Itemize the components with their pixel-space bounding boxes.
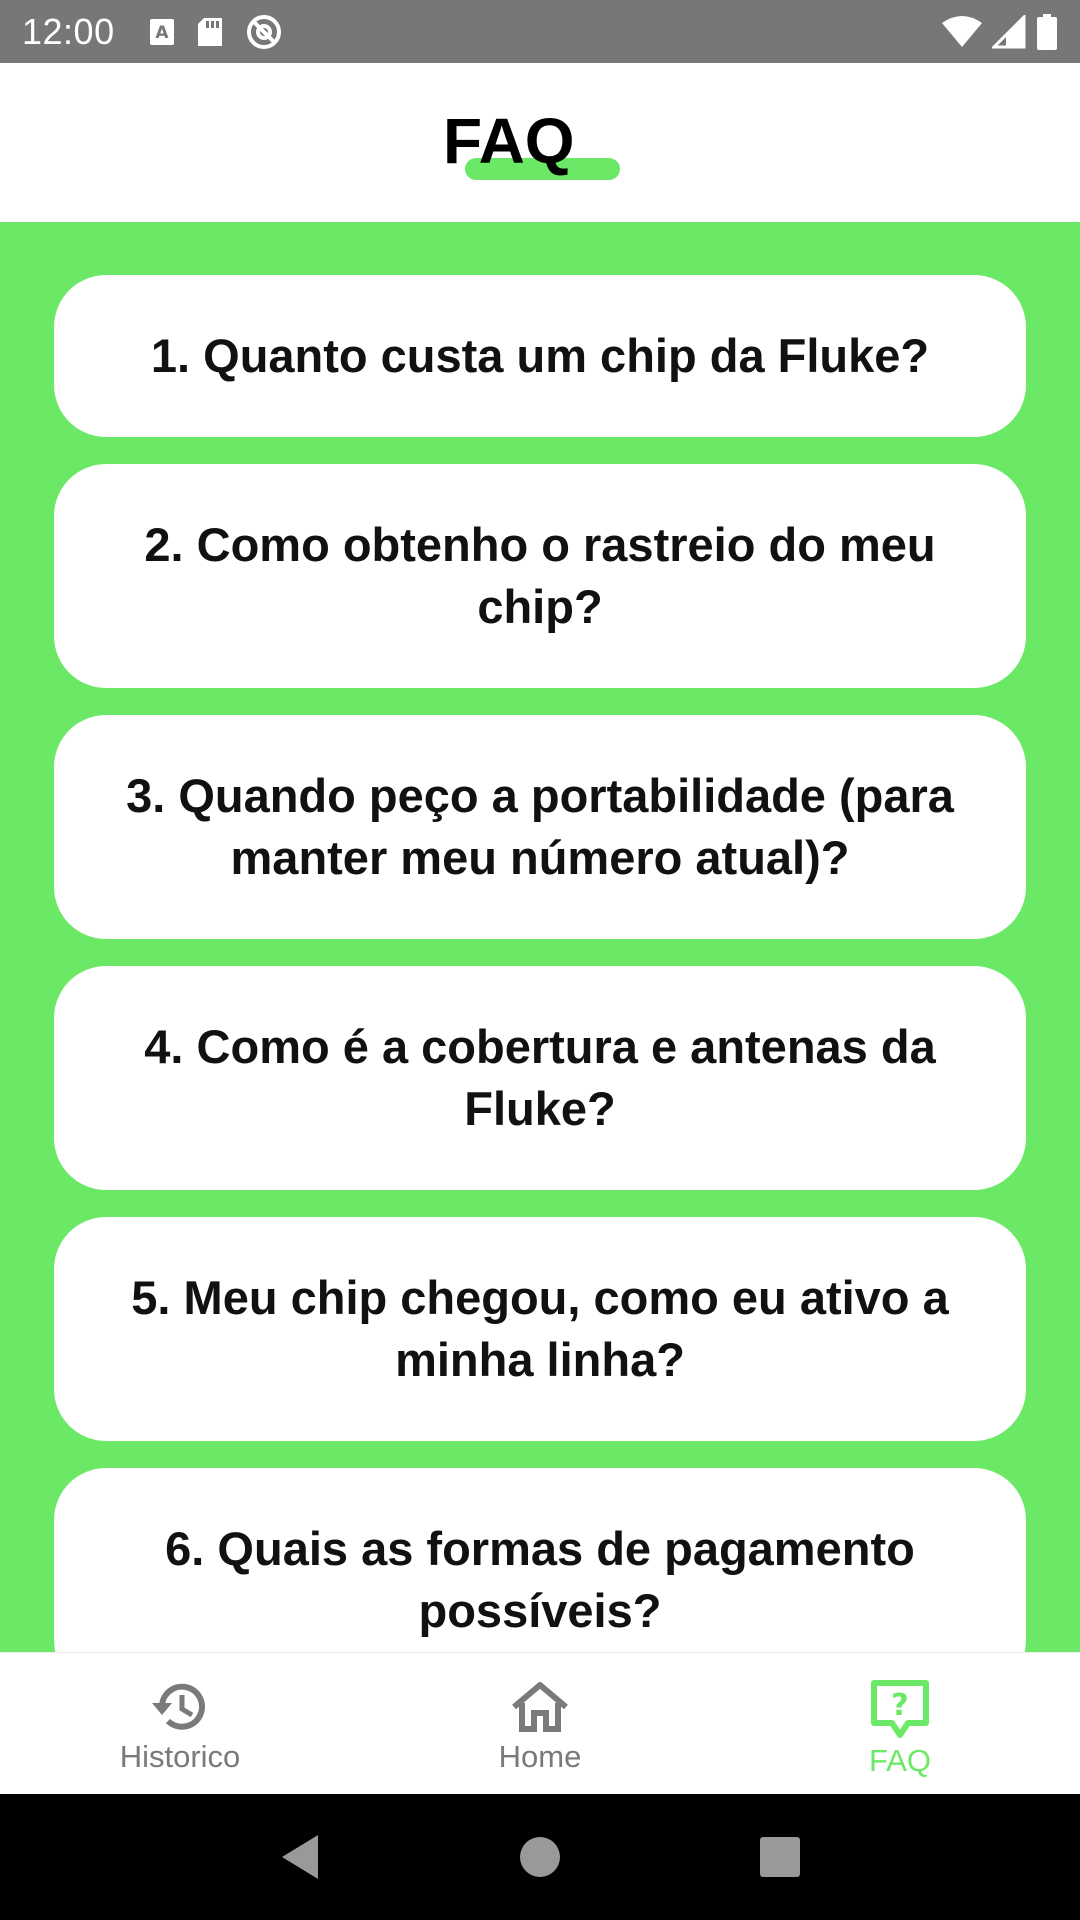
- bottom-nav: Historico Home ? FAQ: [0, 1652, 1080, 1794]
- faq-item-4[interactable]: 4. Como é a cobertura e antenas da Fluke…: [54, 966, 1026, 1190]
- svg-text:?: ?: [891, 1688, 908, 1723]
- faq-item-5[interactable]: 5. Meu chip chegou, como eu ativo a minh…: [54, 1217, 1026, 1441]
- sd-card-icon: [197, 17, 222, 46]
- nav-label-faq: FAQ: [868, 1743, 931, 1778]
- nav-item-historico[interactable]: Historico: [0, 1653, 360, 1794]
- system-home-button[interactable]: [500, 1817, 580, 1897]
- signal-icon: [992, 14, 1026, 48]
- back-icon: [282, 1835, 318, 1879]
- system-nav: [0, 1794, 1080, 1920]
- faq-list: 1. Quanto custa um chip da Fluke? 2. Com…: [54, 275, 1026, 1652]
- home-icon: [512, 1682, 568, 1732]
- nav-item-faq[interactable]: ? FAQ: [720, 1653, 1080, 1794]
- a-icon: A: [149, 18, 174, 45]
- faq-item-2[interactable]: 2. Como obtenho o rastreio do meu chip?: [54, 464, 1026, 688]
- status-time: 12:00: [22, 10, 115, 52]
- history-icon: [152, 1683, 205, 1730]
- faq-item-3[interactable]: 3. Quando peço a portabilidade (para man…: [54, 715, 1026, 939]
- home-circle-icon: [520, 1837, 560, 1877]
- title-wrap: FAQ: [443, 103, 625, 183]
- no-sync-icon: [246, 14, 281, 49]
- nav-item-home[interactable]: Home: [360, 1653, 720, 1794]
- system-back-button[interactable]: [260, 1817, 340, 1897]
- nav-label-historico: Historico: [119, 1739, 241, 1774]
- status-left-icons: A: [149, 13, 283, 51]
- status-right-icons: [942, 13, 1058, 50]
- status-bar: 12:00 A: [0, 0, 1080, 63]
- svg-text:A: A: [155, 23, 169, 43]
- help-chat-icon: ?: [871, 1680, 929, 1738]
- system-recents-button[interactable]: [740, 1817, 820, 1897]
- faq-item-1[interactable]: 1. Quanto custa um chip da Fluke?: [54, 275, 1026, 437]
- faq-item-6[interactable]: 6. Quais as formas de pagamento possívei…: [54, 1468, 1026, 1652]
- recents-icon: [760, 1837, 800, 1877]
- page-title: FAQ: [443, 104, 575, 177]
- nav-label-home: Home: [498, 1739, 582, 1774]
- battery-icon: [1037, 13, 1057, 50]
- faq-content[interactable]: 1. Quanto custa um chip da Fluke? 2. Com…: [0, 222, 1080, 1652]
- wifi-icon: [942, 15, 982, 47]
- app-header: FAQ: [0, 63, 1080, 222]
